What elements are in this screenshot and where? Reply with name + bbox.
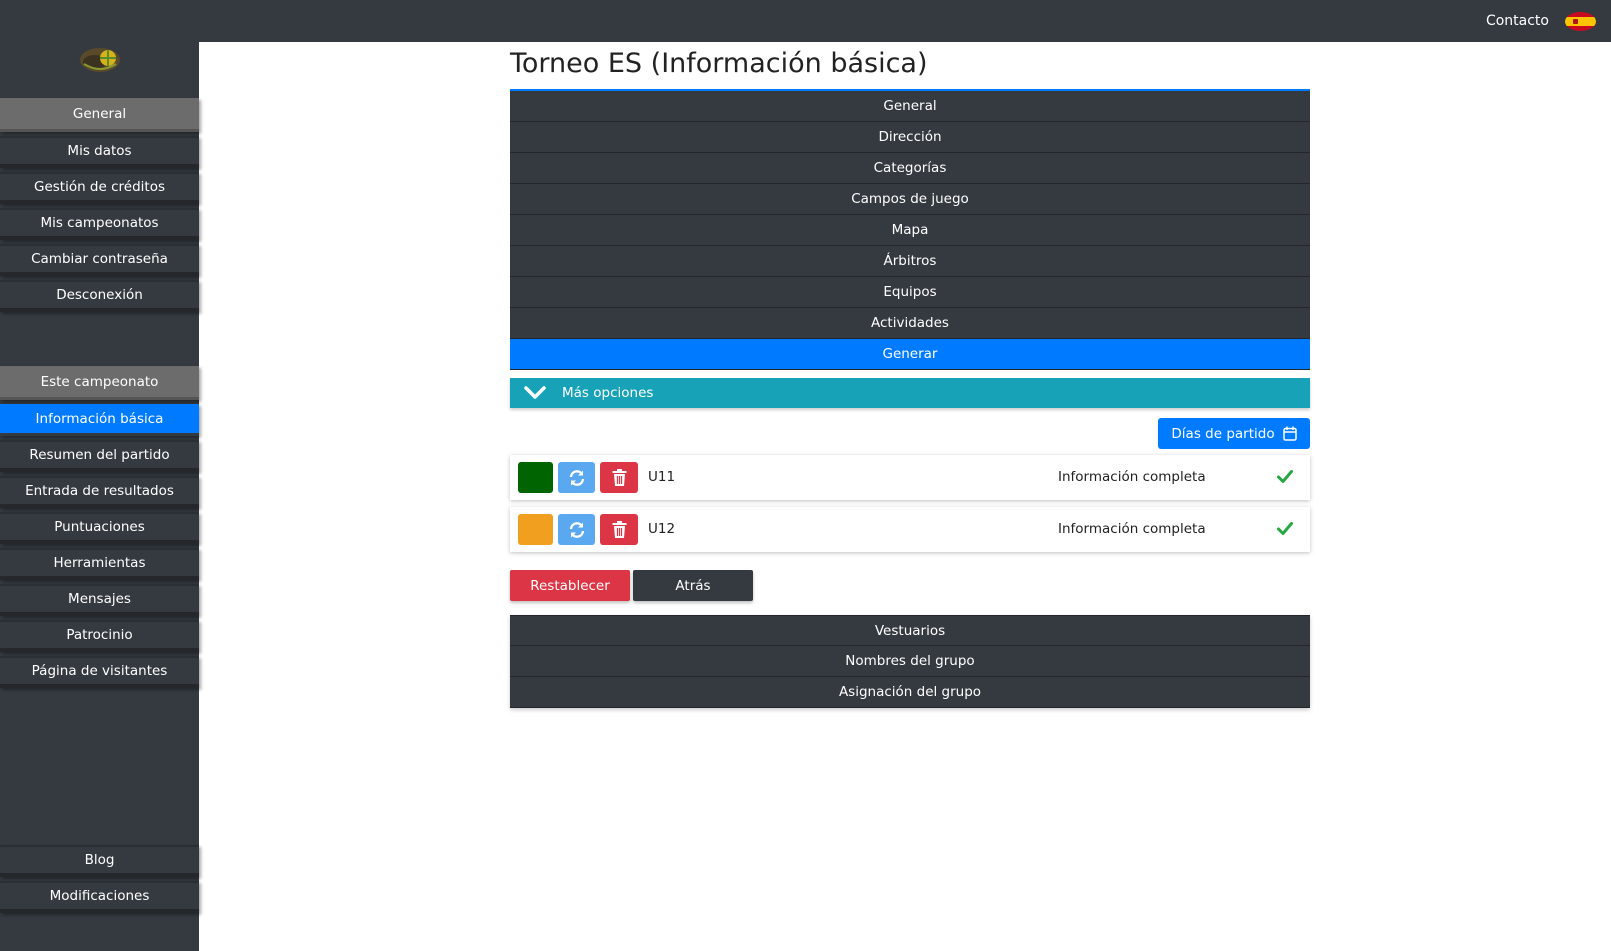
sidebar-item-credits[interactable]: Gestión de créditos — [0, 172, 199, 204]
match-days-button[interactable]: Días de partido — [1158, 418, 1310, 449]
sidebar-item-tools[interactable]: Herramientas — [0, 548, 199, 580]
delete-button[interactable] — [600, 514, 638, 545]
category-row-u12: U12 Información completa — [510, 507, 1310, 552]
tab-map[interactable]: Mapa — [510, 215, 1310, 246]
tab-referees[interactable]: Árbitros — [510, 246, 1310, 277]
tab-group-assignment[interactable]: Asignación del grupo — [510, 677, 1310, 708]
spain-flag-icon[interactable] — [1565, 12, 1596, 31]
reset-button[interactable]: Restablecer — [510, 570, 630, 601]
sidebar-item-blog[interactable]: Blog — [0, 845, 199, 877]
sidebar-item-sponsorship[interactable]: Patrocinio — [0, 620, 199, 652]
check-icon — [1277, 470, 1293, 483]
category-color-swatch[interactable] — [518, 514, 553, 545]
sidebar-item-my-championships[interactable]: Mis campeonatos — [0, 208, 199, 240]
sidebar-header-this-championship[interactable]: Este campeonato — [0, 366, 199, 400]
chevron-down-icon — [524, 386, 558, 400]
category-name: U11 — [648, 469, 676, 485]
refresh-icon — [569, 521, 584, 538]
more-options-label: Más opciones — [562, 385, 654, 401]
page-title: Torneo ES (Información básica) — [510, 48, 928, 79]
contact-link[interactable]: Contacto — [1486, 13, 1549, 29]
tab-generate[interactable]: Generar — [510, 339, 1310, 370]
sidebar-item-results-entry[interactable]: Entrada de resultados — [0, 476, 199, 508]
tab-group-names[interactable]: Nombres del grupo — [510, 646, 1310, 677]
refresh-button[interactable] — [558, 462, 595, 493]
delete-button[interactable] — [600, 462, 638, 493]
logo-icon[interactable] — [78, 42, 122, 76]
sidebar: General Mis datos Gestión de créditos Mi… — [0, 42, 199, 951]
sidebar-item-basic-info[interactable]: Información básica — [0, 404, 199, 436]
sidebar-item-change-password[interactable]: Cambiar contraseña — [0, 244, 199, 276]
trash-icon — [612, 521, 626, 538]
tab-fields[interactable]: Campos de juego — [510, 184, 1310, 215]
category-name: U12 — [648, 521, 676, 537]
category-row-u11: U11 Información completa — [510, 455, 1310, 500]
sidebar-item-visitors-page[interactable]: Página de visitantes — [0, 656, 199, 688]
check-icon — [1277, 522, 1293, 535]
tab-dressing-rooms[interactable]: Vestuarios — [510, 615, 1310, 646]
back-button[interactable]: Atrás — [633, 570, 753, 601]
sidebar-item-my-data[interactable]: Mis datos — [0, 136, 199, 168]
match-days-label: Días de partido — [1171, 425, 1275, 442]
tab-address[interactable]: Dirección — [510, 122, 1310, 153]
sidebar-item-scores[interactable]: Puntuaciones — [0, 512, 199, 544]
category-status: Información completa — [1058, 521, 1206, 537]
group-tabs: Vestuarios Nombres del grupo Asignación … — [510, 615, 1310, 708]
tab-activities[interactable]: Actividades — [510, 308, 1310, 339]
refresh-button[interactable] — [558, 514, 595, 545]
sidebar-item-modifications[interactable]: Modificaciones — [0, 881, 199, 913]
sidebar-header-general[interactable]: General — [0, 98, 199, 132]
category-color-swatch[interactable] — [518, 462, 553, 493]
sidebar-item-match-summary[interactable]: Resumen del partido — [0, 440, 199, 472]
refresh-icon — [569, 469, 584, 486]
calendar-icon — [1282, 426, 1297, 441]
tab-general[interactable]: General — [510, 91, 1310, 122]
more-options-toggle[interactable]: Más opciones — [510, 378, 1310, 408]
trash-icon — [612, 469, 626, 486]
category-status: Información completa — [1058, 469, 1206, 485]
sidebar-item-logout[interactable]: Desconexión — [0, 280, 199, 312]
top-navbar: Contacto — [0, 0, 1611, 42]
tab-teams[interactable]: Equipos — [510, 277, 1310, 308]
section-tabs: General Dirección Categorías Campos de j… — [510, 89, 1310, 370]
sidebar-item-messages[interactable]: Mensajes — [0, 584, 199, 616]
tab-categories[interactable]: Categorías — [510, 153, 1310, 184]
